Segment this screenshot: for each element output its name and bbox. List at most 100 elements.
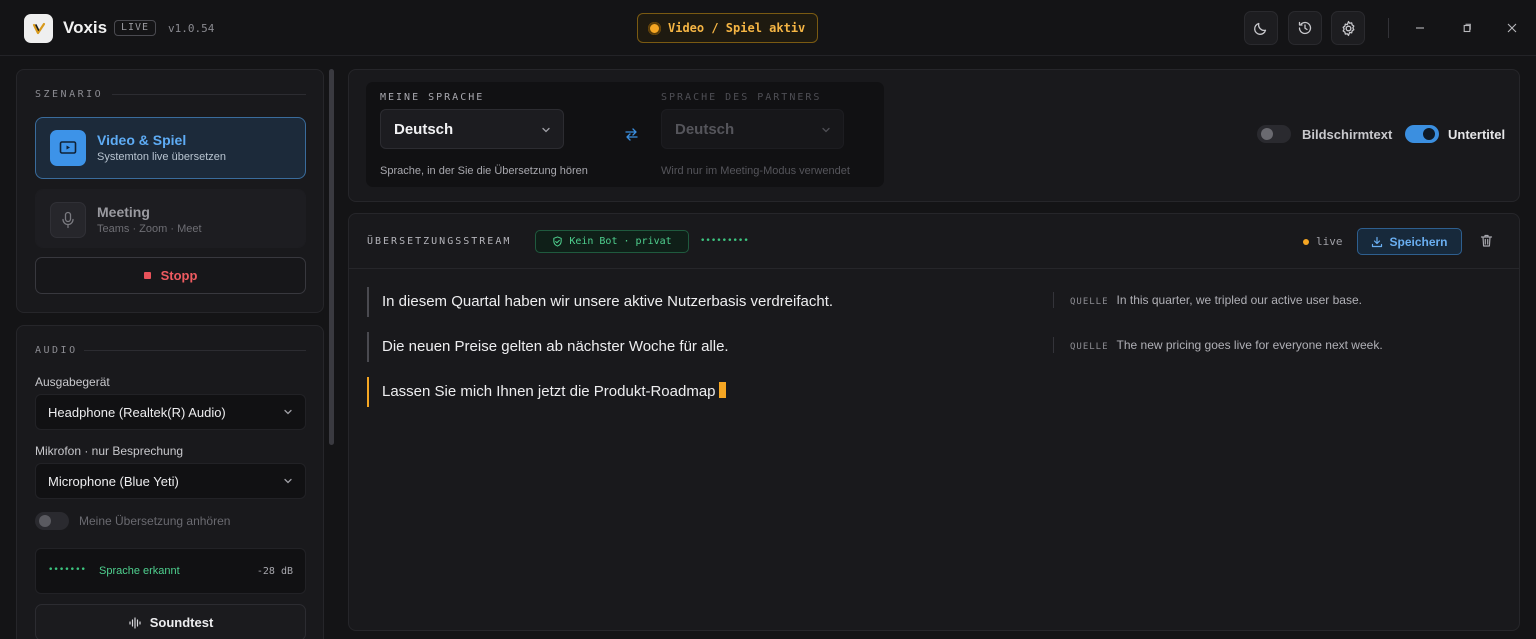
scenario-subtitle: Teams · Zoom · Meet <box>97 223 202 235</box>
chevron-down-icon <box>284 478 292 484</box>
live-label: live <box>1316 235 1343 248</box>
subtitles-label: Untertitel <box>1448 127 1506 142</box>
minimize-button[interactable] <box>1410 18 1430 38</box>
speech-status: Sprache erkannt <box>99 565 180 577</box>
speech-level-meter: ••••••• Sprache erkannt -28 dB <box>35 548 306 594</box>
stream-title: ÜBERSETZUNGSSTREAM <box>367 236 512 247</box>
app-name: Voxis <box>63 18 108 37</box>
microphone-label: Mikrofon · nur Besprechung <box>35 444 184 458</box>
my-language-value: Deutsch <box>394 120 454 138</box>
scenario-video-game[interactable]: Video & Spiel Systemton live übersetzen <box>35 117 306 179</box>
swap-arrows-icon <box>625 128 638 141</box>
stream-activity-dots: ••••••••• <box>700 236 749 246</box>
microphone-icon <box>50 202 86 238</box>
chevron-down-icon <box>284 409 292 415</box>
mode-status-text: Video / Spiel aktiv <box>668 21 806 35</box>
audio-section-title: AUDIO <box>35 345 78 356</box>
status-dot-icon <box>648 21 661 35</box>
partner-language-select[interactable]: Deutsch <box>661 109 844 149</box>
stop-icon <box>143 272 151 279</box>
subtitles-toggle[interactable] <box>1405 125 1439 143</box>
section-divider <box>112 94 306 95</box>
live-dot-icon <box>1303 238 1309 245</box>
restore-icon <box>1463 23 1471 33</box>
translation-line-current: Lassen Sie mich Ihnen jetzt die Produkt-… <box>367 377 726 407</box>
toggle-knob <box>1261 128 1273 140</box>
scenario-meeting[interactable]: Meeting Teams · Zoom · Meet <box>35 189 306 248</box>
privacy-badge-text: Kein Bot · privat <box>569 236 672 247</box>
scenario-subtitle: Systemton live übersetzen <box>97 151 227 163</box>
source-text: The new pricing goes live for everyone n… <box>1116 338 1383 352</box>
trash-icon <box>1480 234 1493 247</box>
app-version: v1.0.54 <box>168 22 215 35</box>
scenario-title: Video & Spiel <box>97 132 187 148</box>
stream-divider <box>349 268 1519 269</box>
privacy-badge: Kein Bot · privat <box>535 230 689 253</box>
source-text: In this quarter, we tripled our active u… <box>1116 293 1362 307</box>
partner-language-value: Deutsch <box>675 120 735 138</box>
scenario-section-title: SZENARIO <box>35 89 104 100</box>
stop-button[interactable]: Stopp <box>35 257 306 294</box>
chevron-down-icon <box>542 127 550 133</box>
screen-text-label: Bildschirmtext <box>1302 127 1393 142</box>
stop-label: Stopp <box>160 268 198 283</box>
translation-stream-panel <box>348 213 1520 631</box>
output-device-select[interactable]: Headphone (Realtek(R) Audio) <box>35 394 306 430</box>
translation-line: In diesem Quartal haben wir unsere aktiv… <box>367 287 833 317</box>
titlebar-divider <box>1388 18 1389 38</box>
app-logo <box>24 14 53 43</box>
waveform-icon <box>129 616 141 629</box>
history-button[interactable] <box>1288 11 1322 45</box>
translation-text: Lassen Sie mich Ihnen jetzt die Produkt-… <box>382 383 716 400</box>
partner-language-label: SPRACHE DES PARTNERS <box>661 92 822 103</box>
settings-button[interactable] <box>1331 11 1365 45</box>
scenario-title: Meeting <box>97 204 150 220</box>
monitor-translation-label: Meine Übersetzung anhören <box>79 514 231 528</box>
live-indicator: live <box>1303 235 1343 248</box>
output-device-value: Headphone (Realtek(R) Audio) <box>48 404 226 420</box>
level-db: -28 dB <box>256 566 293 577</box>
source-line: QUELLE In this quarter, we tripled our ac… <box>1053 292 1362 308</box>
maximize-button[interactable] <box>1457 18 1477 38</box>
typing-cursor <box>718 382 726 398</box>
minimize-icon <box>1416 27 1424 29</box>
save-label: Speichern <box>1389 234 1448 249</box>
section-divider <box>84 350 306 351</box>
theme-toggle-button[interactable] <box>1244 11 1278 45</box>
toggle-knob <box>1423 128 1435 140</box>
monitor-translation-toggle[interactable] <box>35 512 69 530</box>
my-language-select[interactable]: Deutsch <box>380 109 564 149</box>
soundtest-button[interactable]: Soundtest <box>35 604 306 639</box>
my-language-label: MEINE SPRACHE <box>380 92 485 103</box>
play-screen-icon <box>50 130 86 166</box>
swap-languages-button[interactable] <box>624 127 639 147</box>
translation-text: Die neuen Preise gelten ab nächster Woch… <box>382 338 729 355</box>
shield-check-icon <box>553 236 562 247</box>
chevron-down-icon <box>822 127 830 133</box>
source-tag: QUELLE <box>1070 342 1109 352</box>
title-bar: Voxis LIVE v1.0.54 Video / Spiel aktiv <box>0 0 1536 56</box>
translation-line: Die neuen Preise gelten ab nächster Woch… <box>367 332 729 362</box>
source-line: QUELLE The new pricing goes live for ever… <box>1053 337 1383 353</box>
microphone-select[interactable]: Microphone (Blue Yeti) <box>35 463 306 499</box>
close-button[interactable] <box>1502 18 1522 38</box>
mode-status-pill[interactable]: Video / Spiel aktiv <box>637 13 818 43</box>
microphone-value: Microphone (Blue Yeti) <box>48 473 179 489</box>
save-button[interactable]: Speichern <box>1357 228 1462 255</box>
gear-icon <box>1342 20 1354 36</box>
my-language-hint: Sprache, in der Sie die Übersetzung höre… <box>380 165 588 177</box>
soundtest-label: Soundtest <box>149 615 214 630</box>
sidebar-scrollbar[interactable] <box>329 69 334 445</box>
history-icon <box>1298 21 1312 35</box>
level-dots: ••••••• <box>48 565 86 575</box>
toggle-knob <box>39 515 51 527</box>
moon-icon <box>1254 22 1267 35</box>
partner-language-hint: Wird nur im Meeting-Modus verwendet <box>661 165 850 177</box>
live-tag: LIVE <box>114 20 157 36</box>
source-tag: QUELLE <box>1070 297 1109 307</box>
translation-text: In diesem Quartal haben wir unsere aktiv… <box>382 293 834 310</box>
output-device-label: Ausgabegerät <box>35 375 110 389</box>
screen-text-toggle[interactable] <box>1257 125 1291 143</box>
close-icon <box>1507 23 1517 33</box>
clear-stream-button[interactable] <box>1479 233 1494 253</box>
